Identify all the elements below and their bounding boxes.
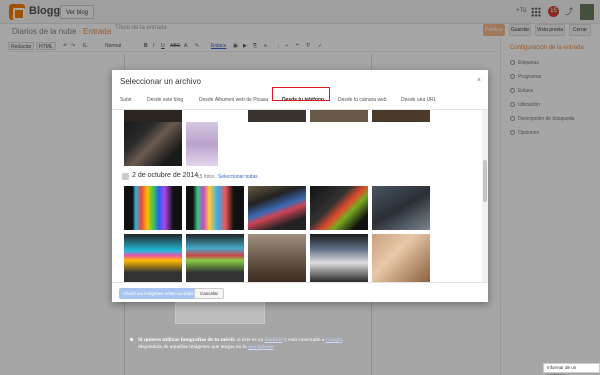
tab-from-url[interactable]: Desde una URL: [401, 97, 437, 103]
post-body-paragraph: Si quieres utilizar fotografías de tu mó…: [138, 337, 344, 350]
tab-from-this-blog[interactable]: Desde este blog: [147, 97, 183, 103]
gallery-scrollbar-thumb[interactable]: [483, 160, 487, 202]
photo-thumbnail[interactable]: [372, 186, 430, 230]
file-picker-dialog: Seleccionar un archivo × Subir Desde est…: [112, 70, 488, 302]
report-problem-button[interactable]: Informar de un problema: [543, 363, 600, 375]
photo-thumbnail[interactable]: [372, 234, 430, 282]
photo-thumbnail[interactable]: [186, 234, 244, 282]
group-select-checkbox[interactable]: [122, 173, 129, 180]
post-body-bold-intro: Si quieres utilizar fotografías de tu mó…: [138, 337, 236, 343]
photo-thumbnail[interactable]: [248, 110, 306, 122]
select-all-link[interactable]: Seleccionar todas: [218, 174, 258, 180]
android-link[interactable]: Android: [264, 337, 282, 343]
photo-thumbnail[interactable]: [310, 186, 368, 230]
photo-thumbnail[interactable]: [124, 234, 182, 282]
photo-thumbnail[interactable]: [248, 186, 306, 230]
photo-thumbnail[interactable]: [310, 110, 368, 122]
photo-group-count: 15 fotos: [197, 174, 215, 180]
tab-upload[interactable]: Subir: [120, 97, 132, 103]
close-icon[interactable]: ×: [477, 77, 481, 84]
tab-picasa-albums[interactable]: Desde Álbumes web de Picasa: [199, 97, 268, 103]
add-selected-images-button[interactable]: Añadir las imágenes seleccionadas: [119, 288, 198, 299]
list-bullet: [130, 338, 133, 341]
active-tab-highlight: [272, 87, 330, 101]
photo-thumbnail[interactable]: [372, 110, 430, 122]
photo-thumbnail[interactable]: [186, 186, 244, 230]
quickphone-link[interactable]: quickphone: [248, 344, 274, 350]
dialog-title: Seleccionar un archivo: [120, 77, 201, 86]
photo-thumbnail[interactable]: [124, 110, 182, 122]
dialog-footer: Añadir las imágenes seleccionadas Cancel…: [112, 282, 488, 302]
photo-thumbnail[interactable]: [310, 234, 368, 282]
google-link[interactable]: Google: [326, 337, 342, 343]
photo-thumbnail[interactable]: [124, 122, 182, 166]
photo-thumbnail[interactable]: [186, 122, 218, 166]
photo-thumbnail[interactable]: [248, 234, 306, 282]
embedded-screenshot-image: [175, 302, 265, 324]
photo-group-date: 2 de octubre de 2014: [132, 172, 199, 179]
cancel-button[interactable]: Cancelar: [194, 288, 225, 299]
photo-thumbnail[interactable]: [124, 186, 182, 230]
tab-from-webcam[interactable]: Desde tu cámara web: [338, 97, 387, 103]
photo-gallery: 2 de octubre de 2014 15 fotos Selecciona…: [112, 110, 488, 282]
